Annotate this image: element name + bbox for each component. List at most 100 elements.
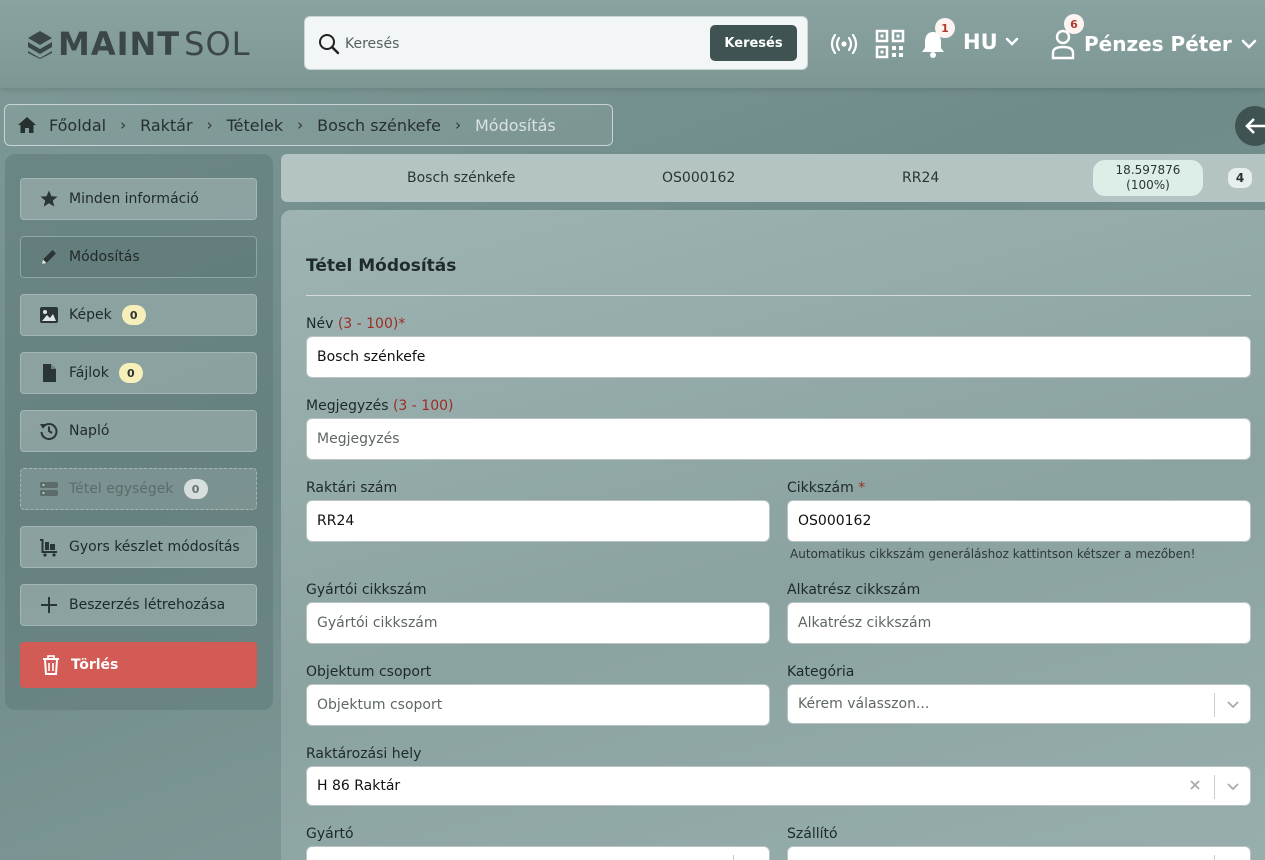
count-badge: 0 <box>121 305 146 325</box>
stock-number-field[interactable] <box>306 500 770 542</box>
sidebar-item-label: Képek <box>69 307 112 323</box>
trash-icon <box>43 655 59 675</box>
global-search: Keresés <box>304 16 808 70</box>
sidebar-item-label: Fájlok <box>69 365 109 381</box>
search-icon <box>319 34 340 55</box>
logo-icon <box>28 31 52 59</box>
select-separator <box>1214 693 1215 717</box>
sidebar-item-label: Napló <box>69 423 110 439</box>
language-selector[interactable]: HU <box>963 30 1020 54</box>
sidebar-item-label: Minden információ <box>69 191 199 207</box>
select-separator <box>733 855 734 860</box>
manufacturer-label: Gyártó <box>306 826 354 842</box>
summary-quantity: 18.597876 (100%) <box>1093 160 1203 196</box>
category-select[interactable]: Kérem válasszon... <box>787 684 1251 724</box>
sidebar-item-log[interactable]: Napló <box>20 410 257 452</box>
category-placeholder: Kérem válasszon... <box>798 696 930 712</box>
chevron-down-icon <box>1005 37 1018 46</box>
app-logo[interactable]: MAINT SOL <box>26 24 250 64</box>
plus-icon <box>41 597 57 613</box>
user-menu[interactable]: Pénzes Péter <box>1050 28 1258 60</box>
breadcrumb-separator: › <box>297 116 304 134</box>
breadcrumb-home[interactable]: Főoldal <box>49 116 106 135</box>
top-header: MAINTSOL Keresés 1 HU <box>0 0 1265 88</box>
part-article-field[interactable] <box>787 602 1251 644</box>
home-icon[interactable] <box>17 116 37 134</box>
summary-name: Bosch szénkefe <box>407 170 516 186</box>
sidebar-item-label: Törlés <box>71 657 119 673</box>
breadcrumb-current: Módosítás <box>475 115 556 135</box>
count-badge: 0 <box>118 363 143 383</box>
sidebar-item-edit[interactable]: Módosítás <box>20 236 257 278</box>
back-button[interactable] <box>1235 106 1265 146</box>
location-select[interactable]: H 86 Raktár <box>306 766 1251 806</box>
summary-article: OS000162 <box>662 170 736 186</box>
clear-icon[interactable] <box>1187 777 1203 793</box>
cart-icon <box>40 539 57 557</box>
supplier-select[interactable] <box>787 846 1251 860</box>
breadcrumb-separator: › <box>206 116 213 134</box>
chevron-down-icon <box>1227 701 1239 709</box>
qr-code-icon[interactable] <box>875 29 905 59</box>
name-field[interactable] <box>306 336 1251 378</box>
note-label-text: Megjegyzés <box>306 398 389 414</box>
object-group-field[interactable] <box>306 684 770 726</box>
history-icon <box>40 423 58 441</box>
stock-number-label: Raktári szám <box>306 480 398 496</box>
logo-text-bold: MAINT <box>58 25 181 63</box>
manufacturer-article-label: Gyártói cikkszám <box>306 582 427 598</box>
breadcrumb: Főoldal › Raktár › Tételek › Bosch szénk… <box>4 104 613 146</box>
edit-form-card: Tétel Módosítás Név (3 - 100)* Megjegyzé… <box>281 210 1265 860</box>
note-label: Megjegyzés (3 - 100) <box>306 398 453 414</box>
storage-icon <box>40 482 58 496</box>
article-required-mark: * <box>858 480 866 496</box>
summary-stock-number: RR24 <box>902 170 940 186</box>
side-menu: Minden információ Módosítás Képek 0 Fájl… <box>5 154 273 710</box>
count-badge: 0 <box>183 479 208 499</box>
note-field[interactable] <box>306 418 1251 460</box>
user-badge: 6 <box>1064 14 1084 34</box>
logo-text-light: SOL <box>184 25 251 63</box>
breadcrumb-item[interactable]: Bosch szénkefe <box>317 116 441 135</box>
sidebar-item-label: Gyors készlet módosítás <box>69 539 240 555</box>
user-name: Pénzes Péter <box>1084 32 1232 56</box>
manufacturer-article-field[interactable] <box>306 602 770 644</box>
image-icon <box>40 307 58 323</box>
select-separator <box>1214 855 1215 860</box>
sidebar-item-all-info[interactable]: Minden információ <box>20 178 257 220</box>
item-summary-bar: Bosch szénkefe OS000162 RR24 18.597876 (… <box>281 154 1265 202</box>
notification-badge: 1 <box>935 18 955 38</box>
breadcrumb-separator: › <box>120 116 127 134</box>
delete-button[interactable]: Törlés <box>20 642 257 688</box>
sidebar-item-label: Módosítás <box>69 249 140 265</box>
name-label-text: Név <box>306 316 334 332</box>
sidebar-item-units: Tétel egységek 0 <box>20 468 257 510</box>
quantity-percent: (100%) <box>1126 178 1170 192</box>
article-field[interactable] <box>787 500 1251 542</box>
language-label: HU <box>963 30 998 54</box>
supplier-label: Szállító <box>787 826 838 842</box>
sidebar-item-files[interactable]: Fájlok 0 <box>20 352 257 394</box>
chevron-down-icon <box>1241 39 1257 49</box>
manufacturer-select[interactable] <box>306 846 770 860</box>
sidebar-item-quick-stock[interactable]: Gyors készlet módosítás <box>20 526 257 568</box>
select-separator <box>1214 775 1215 799</box>
note-range: (3 - 100) <box>392 398 454 414</box>
part-article-label: Alkatrész cikkszám <box>787 582 921 598</box>
search-input[interactable] <box>345 29 705 59</box>
nfc-icon[interactable] <box>829 29 859 59</box>
sidebar-item-images[interactable]: Képek 0 <box>20 294 257 336</box>
breadcrumb-items[interactable]: Tételek <box>227 116 284 135</box>
article-label: Cikkszám * <box>787 480 865 496</box>
sidebar-item-label: Beszerzés létrehozása <box>69 597 226 613</box>
article-hint: Automatikus cikkszám generáláshoz kattin… <box>790 547 1196 561</box>
sidebar-item-create-purchase[interactable]: Beszerzés létrehozása <box>20 584 257 626</box>
article-label-text: Cikkszám <box>787 480 854 496</box>
breadcrumb-warehouse[interactable]: Raktár <box>140 116 193 135</box>
name-label: Név (3 - 100)* <box>306 316 405 332</box>
file-icon <box>43 364 56 382</box>
star-icon <box>40 190 58 207</box>
page-title: Tétel Módosítás <box>306 256 457 276</box>
search-button[interactable]: Keresés <box>710 25 797 61</box>
location-label: Raktározási hely <box>306 746 422 762</box>
